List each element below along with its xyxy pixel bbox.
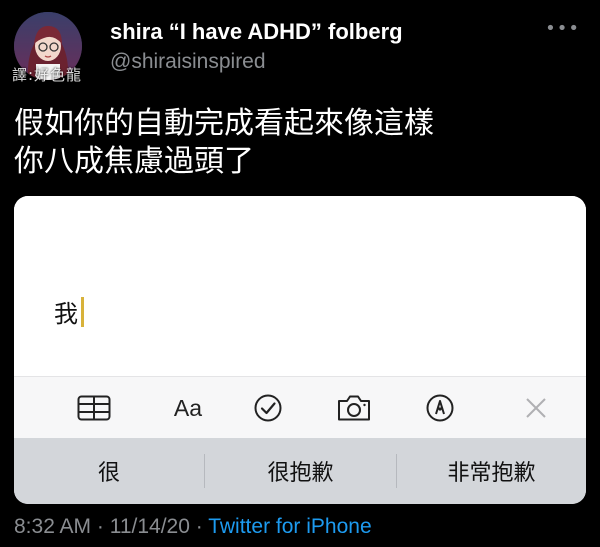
predictive-text-bar: 很 很抱歉 非常抱歉 [14, 438, 586, 504]
camera-icon [336, 390, 372, 426]
notes-text-area: 我 [14, 196, 586, 376]
checklist-icon [250, 390, 286, 426]
meta-separator: · [189, 515, 209, 538]
typed-text: 我 [54, 300, 78, 328]
tweet-line-1: 假如你的自動完成看起來像這樣 [14, 106, 434, 141]
attached-screenshot[interactable]: 我 Aa 很 很抱歉 非常抱歉 [14, 196, 586, 504]
translator-watermark: 譯:好色龍 [12, 66, 83, 84]
text-format-icon: Aa [173, 394, 203, 421]
author-handle[interactable]: @shiraisinspired [110, 50, 266, 74]
tweet-date[interactable]: 11/14/20 [110, 515, 190, 538]
close-icon [518, 390, 554, 426]
tweet-line-2: 你八成焦慮過頭了 [14, 144, 254, 179]
tweet-meta: 8:32 AM · 11/14/20 · Twitter for iPhone [14, 515, 372, 539]
meta-separator: · [91, 515, 110, 538]
tweet-text: 假如你的自動完成看起來像這樣 你八成焦慮過頭了 [14, 105, 584, 181]
markup-pen-icon [422, 390, 458, 426]
more-horizontal-icon[interactable]: ••• [545, 18, 580, 39]
tweet-source-link[interactable]: Twitter for iPhone [208, 515, 371, 538]
suggestion-3: 非常抱歉 [447, 461, 536, 486]
suggestion-1: 很 [97, 461, 120, 486]
table-icon [76, 390, 112, 426]
author-display-name[interactable]: shira “I have ADHD” folberg [110, 19, 403, 45]
text-cursor [81, 296, 84, 327]
notes-toolbar: Aa [14, 376, 586, 439]
suggestion-2: 很抱歉 [267, 461, 334, 486]
tweet-time[interactable]: 8:32 AM [14, 515, 91, 538]
typed-text-line: 我 [54, 294, 84, 329]
